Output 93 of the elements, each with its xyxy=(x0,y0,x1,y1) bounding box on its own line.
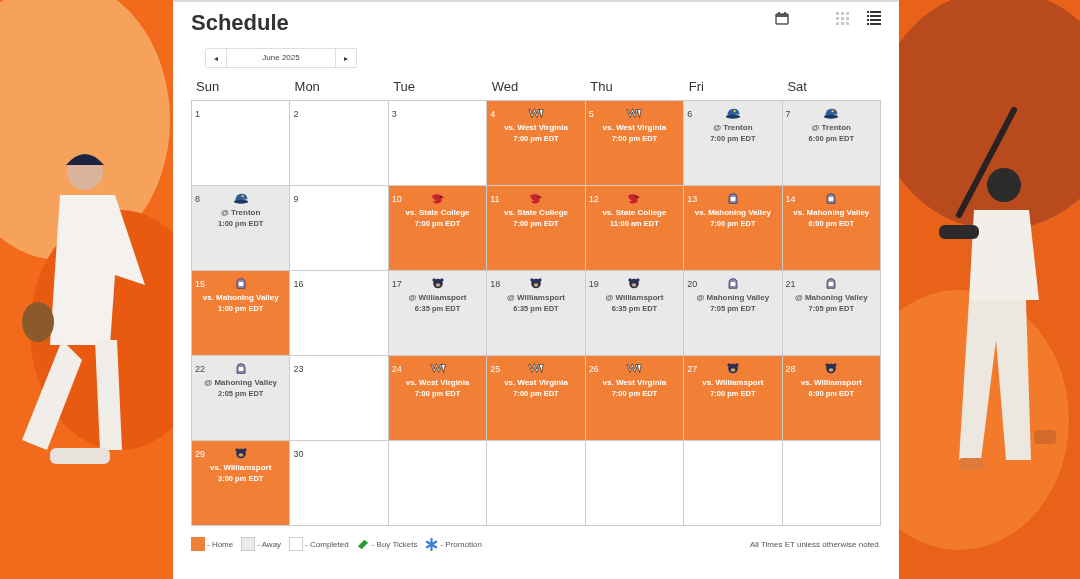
home-swatch-icon xyxy=(191,537,205,551)
day-number: 20 xyxy=(687,279,698,289)
day-number: 3 xyxy=(391,109,397,119)
opponent-name: @ Williamsport xyxy=(408,293,467,302)
opponent-name: vs. West Virginia xyxy=(405,378,470,387)
opponent-name: vs. Mahoning Valley xyxy=(202,293,279,302)
team-logo-icon xyxy=(626,362,643,375)
team-logo-icon xyxy=(626,192,643,205)
day-number: 14 xyxy=(785,194,796,204)
asterisk-icon xyxy=(425,537,439,551)
opponent-name: vs. State College xyxy=(503,208,568,217)
opponent-name: @ Mahoning Valley xyxy=(794,293,868,302)
day-number: 16 xyxy=(293,279,304,289)
day-number: 8 xyxy=(195,194,200,204)
opponent-name: @ Mahoning Valley xyxy=(696,293,770,302)
day-cell[interactable]: 9 xyxy=(290,186,389,271)
opponent-name: @ Trenton xyxy=(713,123,753,132)
day-number: 18 xyxy=(490,279,501,289)
opponent-name: vs. Mahoning Valley xyxy=(793,208,870,217)
legend-label: - Home xyxy=(207,539,234,549)
team-logo-icon xyxy=(429,362,446,375)
team-logo-icon xyxy=(528,192,544,205)
opponent-name: vs. West Virginia xyxy=(504,123,568,132)
day-number: 30 xyxy=(293,449,304,459)
day-number: 27 xyxy=(687,364,698,374)
day-number: 13 xyxy=(687,194,698,204)
day-number: 6 xyxy=(687,109,693,119)
team-logo-icon xyxy=(232,192,249,205)
weekday-header: Fri xyxy=(687,78,705,96)
day-number: 29 xyxy=(195,449,205,459)
day-cell[interactable]: 3 xyxy=(388,101,488,186)
day-cell[interactable]: 1 xyxy=(192,101,291,186)
calendar-icon[interactable] xyxy=(775,11,789,25)
opponent-name: vs. West Virginia xyxy=(602,123,667,132)
day-number: 24 xyxy=(391,364,402,374)
weekday-header: Wed xyxy=(490,78,520,96)
opponent-name: @ Trenton xyxy=(221,208,261,217)
legend-label: - Completed xyxy=(305,539,349,549)
day-number: 17 xyxy=(391,279,402,289)
legend-label: - Away xyxy=(257,539,282,549)
opponent-name: vs. Williamsport xyxy=(210,463,272,472)
day-number: 28 xyxy=(785,364,796,374)
ticket-icon xyxy=(356,537,370,551)
day-number: 19 xyxy=(588,279,599,289)
day-number: 9 xyxy=(293,194,299,204)
legend-label: - Buy Tickets xyxy=(371,539,418,549)
day-number: 1 xyxy=(195,109,200,119)
day-number: 7 xyxy=(785,109,791,119)
team-logo-icon xyxy=(429,192,446,205)
day-number: 15 xyxy=(195,279,205,289)
day-cell[interactable]: 23 xyxy=(290,356,389,441)
day-cell[interactable]: 30 xyxy=(290,441,389,526)
opponent-name: @ Mahoning Valley xyxy=(204,378,278,387)
opponent-name: vs. State College xyxy=(405,208,470,217)
team-logo-icon xyxy=(823,107,840,120)
opponent-name: @ Williamsport xyxy=(605,293,664,302)
weekday-header: Sat xyxy=(786,78,808,96)
day-cell[interactable]: 16 xyxy=(290,271,389,356)
opponent-name: @ Trenton xyxy=(811,123,851,132)
opponent-name: @ Williamsport xyxy=(507,293,565,302)
opponent-name: vs. State College xyxy=(602,208,667,217)
day-number: 22 xyxy=(195,364,205,374)
opponent-name: vs. Mahoning Valley xyxy=(694,208,771,217)
day-number: 5 xyxy=(588,109,594,119)
completed-swatch-icon xyxy=(289,537,304,551)
page-title: Schedule xyxy=(191,10,289,36)
day-number: 11 xyxy=(490,194,500,204)
team-logo-icon xyxy=(528,107,544,120)
day-number: 12 xyxy=(588,194,599,204)
day-number: 4 xyxy=(490,109,496,119)
weekday-header: Mon xyxy=(293,78,321,96)
legend-label: - Promotion xyxy=(440,539,482,549)
team-logo-icon xyxy=(724,107,741,120)
weekday-header: Tue xyxy=(392,78,417,96)
day-cell[interactable]: 2 xyxy=(290,101,389,186)
away-swatch-icon xyxy=(241,537,256,551)
list-view-button[interactable] xyxy=(867,11,881,25)
opponent-name: vs. West Virginia xyxy=(504,378,568,387)
team-logo-icon xyxy=(626,107,643,120)
team-logo-icon xyxy=(528,362,544,375)
opponent-name: vs. Williamsport xyxy=(800,378,862,387)
opponent-name: vs. Williamsport xyxy=(702,378,764,387)
day-number: 25 xyxy=(490,364,501,374)
day-number: 26 xyxy=(588,364,599,374)
timezone-note: All Times ET unless otherwise noted. xyxy=(749,539,881,549)
weekday-header: Thu xyxy=(589,78,614,96)
opponent-name: vs. West Virginia xyxy=(602,378,667,387)
day-number: 23 xyxy=(293,364,304,374)
day-number: 2 xyxy=(293,109,299,119)
day-number: 10 xyxy=(391,194,402,204)
team-logo-icon xyxy=(528,277,544,290)
day-number: 21 xyxy=(785,279,796,289)
weekday-header: Sun xyxy=(195,78,221,96)
